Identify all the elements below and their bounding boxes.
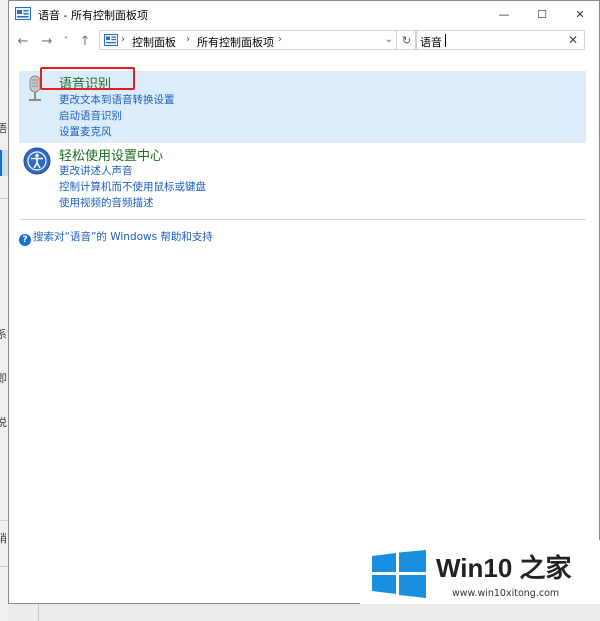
link-change-tts-settings[interactable]: 更改文本到语音转换设置 bbox=[59, 92, 175, 107]
windows-logo-icon bbox=[372, 550, 426, 598]
chevron-down-icon: ˅ bbox=[63, 35, 69, 47]
help-link-text[interactable]: 搜索对“语音”的 Windows 帮助和支持 bbox=[33, 231, 213, 243]
forward-button[interactable]: → bbox=[39, 33, 55, 49]
maximize-icon: ☐ bbox=[537, 7, 547, 21]
results-divider bbox=[19, 219, 586, 220]
search-value: 语音 bbox=[420, 36, 442, 49]
background-text-fragment: 即 bbox=[0, 372, 7, 385]
link-control-without-mouse-keyboard[interactable]: 控制计算机而不使用鼠标或键盘 bbox=[59, 179, 206, 194]
control-panel-icon bbox=[15, 7, 31, 20]
close-button[interactable]: ✕ bbox=[561, 1, 599, 27]
search-input[interactable]: 语音 ✕ bbox=[415, 30, 585, 50]
watermark: Win10 之家 www.win10xitong.com bbox=[360, 540, 600, 604]
title-bar[interactable]: 语音 - 所有控制面板项 — ☐ ✕ bbox=[9, 1, 599, 27]
watermark-url: www.win10xitong.com bbox=[452, 588, 560, 599]
background-divider bbox=[0, 198, 8, 199]
link-audio-description[interactable]: 使用视频的音频描述 bbox=[59, 195, 154, 210]
background-text-fragment: 说 bbox=[0, 416, 7, 429]
arrow-right-icon: → bbox=[41, 33, 53, 49]
result-group-ease-of-access: 轻松使用设置中心 更改讲述人声音 控制计算机而不使用鼠标或键盘 使用视频的音频描… bbox=[19, 143, 586, 211]
window-title: 语音 - 所有控制面板项 bbox=[38, 9, 148, 22]
background-text-fragment: 硝 bbox=[0, 532, 7, 545]
breadcrumb-separator-icon[interactable]: › bbox=[186, 34, 190, 45]
background-window-strip: 语 系 即 说 硝 bbox=[0, 0, 8, 621]
navigation-bar: ← → ˅ ↑ › 控制面板 › 所有控制面板项 › ⌄ ↻ 语音 ✕ bbox=[9, 27, 599, 55]
breadcrumb-separator-icon[interactable]: › bbox=[121, 34, 125, 45]
refresh-icon: ↻ bbox=[401, 33, 412, 47]
search-results: 语音识别 更改文本到语音转换设置 启动语音识别 设置麦克风 轻松使用设置中心 更… bbox=[9, 55, 599, 603]
breadcrumb-all-items[interactable]: 所有控制面板项 bbox=[197, 34, 274, 50]
background-selected-item bbox=[0, 150, 8, 176]
control-panel-window: 语音 - 所有控制面板项 — ☐ ✕ ← → ˅ ↑ › 控制面板 › 所有控制… bbox=[8, 0, 600, 604]
clear-search-button[interactable]: ✕ bbox=[568, 33, 578, 47]
arrow-left-icon: ← bbox=[17, 33, 29, 49]
text-caret bbox=[445, 34, 446, 47]
maximize-button[interactable]: ☐ bbox=[523, 1, 561, 27]
address-bar[interactable]: › 控制面板 › 所有控制面板项 › ⌄ bbox=[99, 30, 397, 50]
background-text-fragment: 系 bbox=[0, 328, 7, 341]
background-divider bbox=[0, 520, 8, 521]
up-button[interactable]: ↑ bbox=[77, 33, 93, 49]
link-change-narrator-voice[interactable]: 更改讲述人声音 bbox=[59, 163, 133, 178]
refresh-button[interactable]: ↻ bbox=[397, 30, 417, 50]
arrow-up-icon: ↑ bbox=[79, 33, 91, 49]
control-panel-icon bbox=[104, 34, 118, 46]
link-start-speech-recognition[interactable]: 启动语音识别 bbox=[59, 108, 122, 123]
background-window-bottom bbox=[8, 604, 600, 621]
watermark-title: Win10 之家 bbox=[436, 553, 572, 583]
background-text-fragment: 语 bbox=[0, 122, 7, 135]
close-icon: ✕ bbox=[575, 7, 585, 21]
ease-of-access-icon bbox=[23, 147, 51, 175]
group-title-ease-of-access[interactable]: 轻松使用设置中心 bbox=[59, 145, 163, 164]
recent-locations-button[interactable]: ˅ bbox=[61, 33, 71, 49]
annotation-highlight-box bbox=[40, 67, 135, 90]
background-divider bbox=[0, 566, 8, 567]
breadcrumb-separator-icon[interactable]: › bbox=[278, 34, 282, 45]
minimize-button[interactable]: — bbox=[485, 1, 523, 27]
help-icon: ? bbox=[19, 234, 31, 246]
minimize-icon: — bbox=[498, 7, 510, 21]
link-set-up-microphone[interactable]: 设置麦克风 bbox=[59, 124, 112, 139]
address-dropdown-icon[interactable]: ⌄ bbox=[385, 34, 393, 45]
back-button[interactable]: ← bbox=[15, 33, 31, 49]
breadcrumb-control-panel[interactable]: 控制面板 bbox=[132, 34, 176, 50]
windows-help-link[interactable]: ? 搜索对“语音”的 Windows 帮助和支持 bbox=[19, 229, 213, 246]
